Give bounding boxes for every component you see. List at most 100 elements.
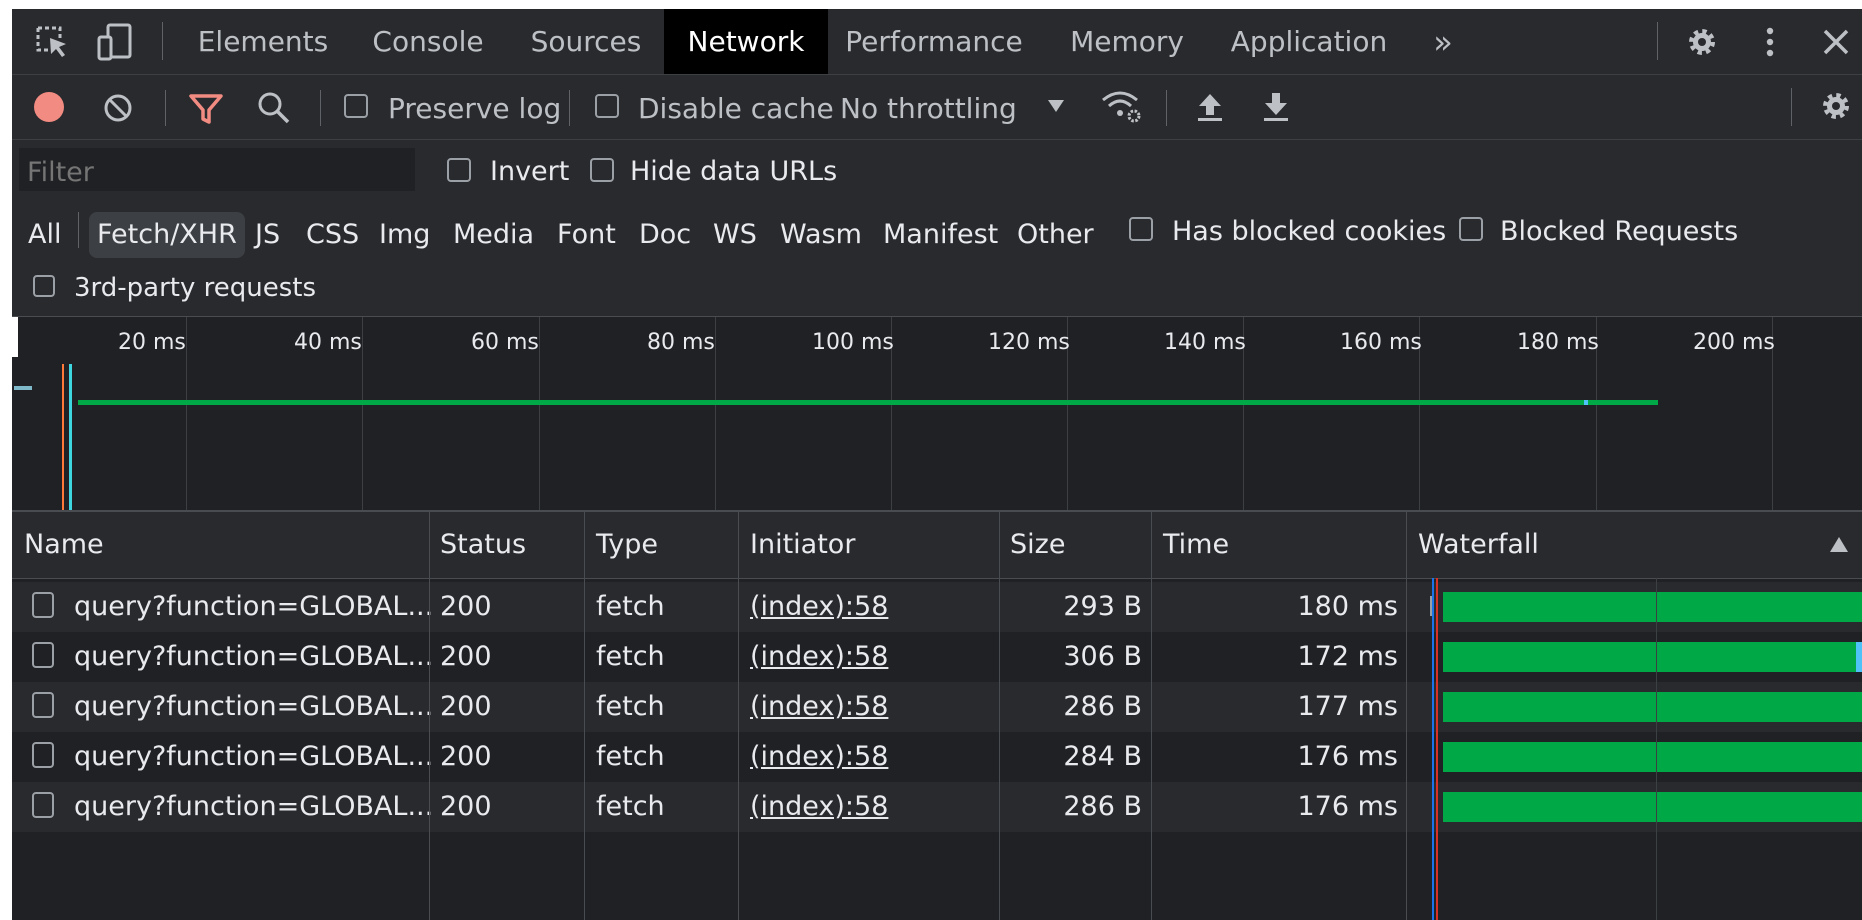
disable-cache-checkbox[interactable]: [595, 94, 619, 118]
invert-checkbox[interactable]: [447, 158, 471, 182]
column-header-size[interactable]: Size: [1010, 512, 1065, 578]
filter-icon[interactable]: [188, 92, 224, 126]
tab-memory[interactable]: Memory: [1060, 9, 1194, 74]
throttling-dropdown-icon[interactable]: [1046, 98, 1066, 114]
request-name[interactable]: query?function=GLOBAL...: [74, 632, 433, 682]
row-checkbox[interactable]: [32, 792, 54, 818]
search-icon[interactable]: [256, 90, 292, 126]
blocked-requests-checkbox[interactable]: [1459, 217, 1483, 241]
overview-dcl-marker: [62, 364, 64, 510]
filter-type-other[interactable]: Other: [1017, 212, 1094, 258]
tab-elements[interactable]: Elements: [190, 9, 336, 74]
tab-sources-label: Sources: [530, 25, 642, 58]
row-checkbox[interactable]: [32, 692, 54, 718]
column-divider: [738, 512, 739, 920]
column-header-initiator[interactable]: Initiator: [750, 512, 855, 578]
third-party-requests-checkbox[interactable]: [33, 275, 55, 297]
request-initiator-link[interactable]: (index):58: [750, 782, 888, 832]
toolbar-separator-5: [1791, 88, 1792, 126]
table-row[interactable]: query?function=GLOBAL... 200 fetch (inde…: [12, 682, 1862, 732]
device-toolbar-icon[interactable]: [96, 22, 136, 62]
overview-request-bar-tail: [1584, 400, 1588, 405]
filter-type-wasm[interactable]: Wasm: [780, 212, 862, 258]
toolbar-separator-2: [320, 90, 321, 126]
column-header-type[interactable]: Type: [596, 512, 658, 578]
preserve-log-checkbox[interactable]: [344, 94, 368, 118]
clear-icon[interactable]: [102, 92, 134, 124]
row-checkbox[interactable]: [32, 592, 54, 618]
tab-application[interactable]: Application: [1226, 9, 1392, 74]
column-header-status[interactable]: Status: [440, 512, 526, 578]
request-time: 176 ms: [1297, 741, 1399, 772]
request-size: 286 B: [1063, 691, 1142, 722]
request-status: 200: [440, 741, 492, 772]
settings-icon[interactable]: [1682, 22, 1722, 62]
export-har-icon[interactable]: [1262, 90, 1290, 124]
more-tabs-button[interactable]: »: [1420, 9, 1466, 74]
request-time: 172 ms: [1297, 641, 1399, 672]
request-status: 200: [440, 591, 492, 622]
overview-tick-label: 120 ms: [988, 330, 1070, 355]
filter-type-all[interactable]: All: [28, 212, 61, 258]
network-conditions-icon[interactable]: [1100, 88, 1144, 126]
import-har-icon[interactable]: [1196, 90, 1224, 124]
filter-type-separator: [78, 212, 79, 248]
row-checkbox[interactable]: [32, 642, 54, 668]
table-row[interactable]: query?function=GLOBAL... 200 fetch (inde…: [12, 632, 1862, 682]
row-checkbox[interactable]: [32, 742, 54, 768]
request-name[interactable]: query?function=GLOBAL...: [74, 732, 433, 782]
column-header-time[interactable]: Time: [1163, 512, 1229, 578]
filter-input[interactable]: [19, 148, 415, 191]
tab-performance[interactable]: Performance: [845, 9, 1022, 74]
table-row[interactable]: query?function=GLOBAL... 200 fetch (inde…: [12, 782, 1862, 832]
request-initiator-link[interactable]: (index):58: [750, 582, 888, 632]
filter-type-doc[interactable]: Doc: [639, 212, 691, 258]
filter-type-ws[interactable]: WS: [713, 212, 757, 258]
tab-sources[interactable]: Sources: [518, 9, 654, 74]
request-type: fetch: [596, 691, 665, 722]
request-status: 200: [440, 691, 492, 722]
waterfall-bar: [1443, 692, 1862, 722]
tabbar-separator: [162, 22, 163, 60]
toolbar-separator-4: [1166, 90, 1167, 126]
request-status: 200: [440, 641, 492, 672]
sort-ascending-icon[interactable]: [1828, 535, 1850, 555]
tab-network[interactable]: Network: [664, 9, 828, 74]
column-header-waterfall[interactable]: Waterfall: [1418, 512, 1539, 578]
request-initiator-link[interactable]: (index):58: [750, 632, 888, 682]
has-blocked-cookies-checkbox[interactable]: [1129, 217, 1153, 241]
overview-tick-label: 100 ms: [812, 330, 894, 355]
filter-type-img[interactable]: Img: [379, 212, 430, 258]
filter-type-font[interactable]: Font: [557, 212, 616, 258]
filter-type-media[interactable]: Media: [453, 212, 534, 258]
tab-console[interactable]: Console: [360, 9, 496, 74]
filter-type-css[interactable]: CSS: [306, 212, 359, 258]
overview-tick-label: 20 ms: [118, 330, 186, 355]
request-name[interactable]: query?function=GLOBAL...: [74, 582, 433, 632]
column-divider: [584, 512, 585, 920]
overview-gridline: [715, 317, 716, 510]
request-status: 200: [440, 791, 492, 822]
table-row[interactable]: query?function=GLOBAL... 200 fetch (inde…: [12, 732, 1862, 782]
close-icon[interactable]: [1818, 24, 1854, 60]
overview-tick-label: 180 ms: [1517, 330, 1599, 355]
column-header-name[interactable]: Name: [24, 512, 104, 578]
record-icon[interactable]: [34, 92, 64, 122]
hide-data-urls-label: Hide data URLs: [630, 156, 838, 187]
overview-gridline: [186, 317, 187, 510]
network-settings-icon[interactable]: [1816, 86, 1856, 126]
request-name[interactable]: query?function=GLOBAL...: [74, 682, 433, 732]
preserve-log-label: Preserve log: [388, 92, 562, 125]
table-row[interactable]: query?function=GLOBAL... 200 fetch (inde…: [12, 582, 1862, 632]
request-initiator-link[interactable]: (index):58: [750, 682, 888, 732]
request-time: 180 ms: [1297, 591, 1399, 622]
filter-type-fetch-xhr[interactable]: Fetch/XHR: [89, 212, 245, 258]
hide-data-urls-checkbox[interactable]: [590, 158, 614, 182]
inspect-element-icon[interactable]: [34, 24, 70, 60]
kebab-menu-icon[interactable]: [1760, 22, 1780, 62]
throttling-select[interactable]: No throttling: [840, 95, 1017, 123]
filter-type-js[interactable]: JS: [255, 212, 280, 258]
filter-type-manifest[interactable]: Manifest: [883, 212, 998, 258]
request-initiator-link[interactable]: (index):58: [750, 732, 888, 782]
request-name[interactable]: query?function=GLOBAL...: [74, 782, 433, 832]
